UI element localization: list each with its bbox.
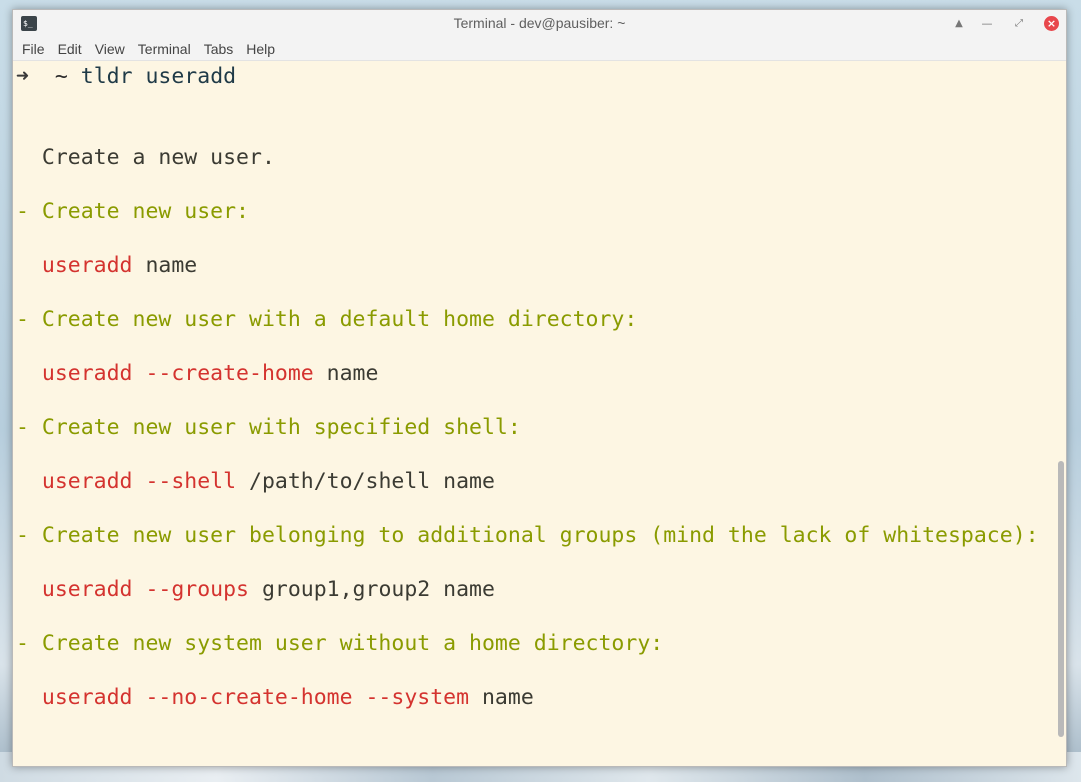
command-text: useradd [41,253,133,278]
argument-text: name [469,685,534,710]
entry-command-line: useradd name [16,253,197,279]
close-icon[interactable]: × [1044,16,1059,31]
entry-heading: - Create new user with a default home di… [16,307,638,332]
entry-command-line: useradd --no-create-home --system name [16,685,534,711]
prompt-arrow-icon: ➜ [16,64,29,89]
entry-heading: - Create new user: [16,199,249,224]
description-line: Create a new user. [16,145,275,171]
command-text: useradd --groups [41,577,249,602]
menu-help[interactable]: Help [245,41,283,57]
terminal-window: $_ Terminal - dev@pausiber: ~ ▲ — ⤢ × Fi… [12,9,1067,767]
window-title: Terminal - dev@pausiber: ~ [453,15,626,31]
maximize-icon[interactable]: ⤢ [1011,16,1027,32]
menu-bar: File Edit View Terminal Tabs Help [13,37,1066,61]
menu-view[interactable]: View [94,41,133,57]
entry-heading: - Create new system user without a home … [16,631,664,656]
command-text: useradd --create-home [41,361,314,386]
argument-text: name [132,253,198,278]
command-text: useradd --no-create-home --system [41,685,470,710]
prompt-directory: ~ [54,64,68,89]
menu-edit[interactable]: Edit [57,41,90,57]
menu-file[interactable]: File [21,41,53,57]
entry-command-line: useradd --create-home name [16,361,379,387]
prompt-command: tldr useradd [80,64,237,89]
command-text: useradd --shell [41,469,237,494]
shade-window-icon[interactable]: ▲ [951,16,967,32]
minimize-icon[interactable]: — [979,16,995,32]
menu-terminal[interactable]: Terminal [137,41,199,57]
entry-command-line: useradd --groups group1,group2 name [16,577,495,603]
title-bar[interactable]: $_ Terminal - dev@pausiber: ~ ▲ — ⤢ × [13,10,1066,37]
argument-text: name [313,361,379,386]
entry-command-line: useradd --shell /path/to/shell name [16,469,495,495]
entry-heading: - Create new user with specified shell: [16,415,521,440]
menu-tabs[interactable]: Tabs [203,41,242,57]
description-text: Create a new user. [41,145,275,170]
argument-text: /path/to/shell name [236,469,495,494]
terminal-output[interactable]: ➜ ~ tldr useradd Create a new user. - Cr… [13,61,1066,766]
prompt-line: ➜ ~ tldr useradd [16,64,236,90]
vertical-scrollbar[interactable] [1058,461,1064,737]
argument-text: group1,group2 name [249,577,495,602]
entry-heading: - Create new user belonging to additiona… [16,523,1039,548]
